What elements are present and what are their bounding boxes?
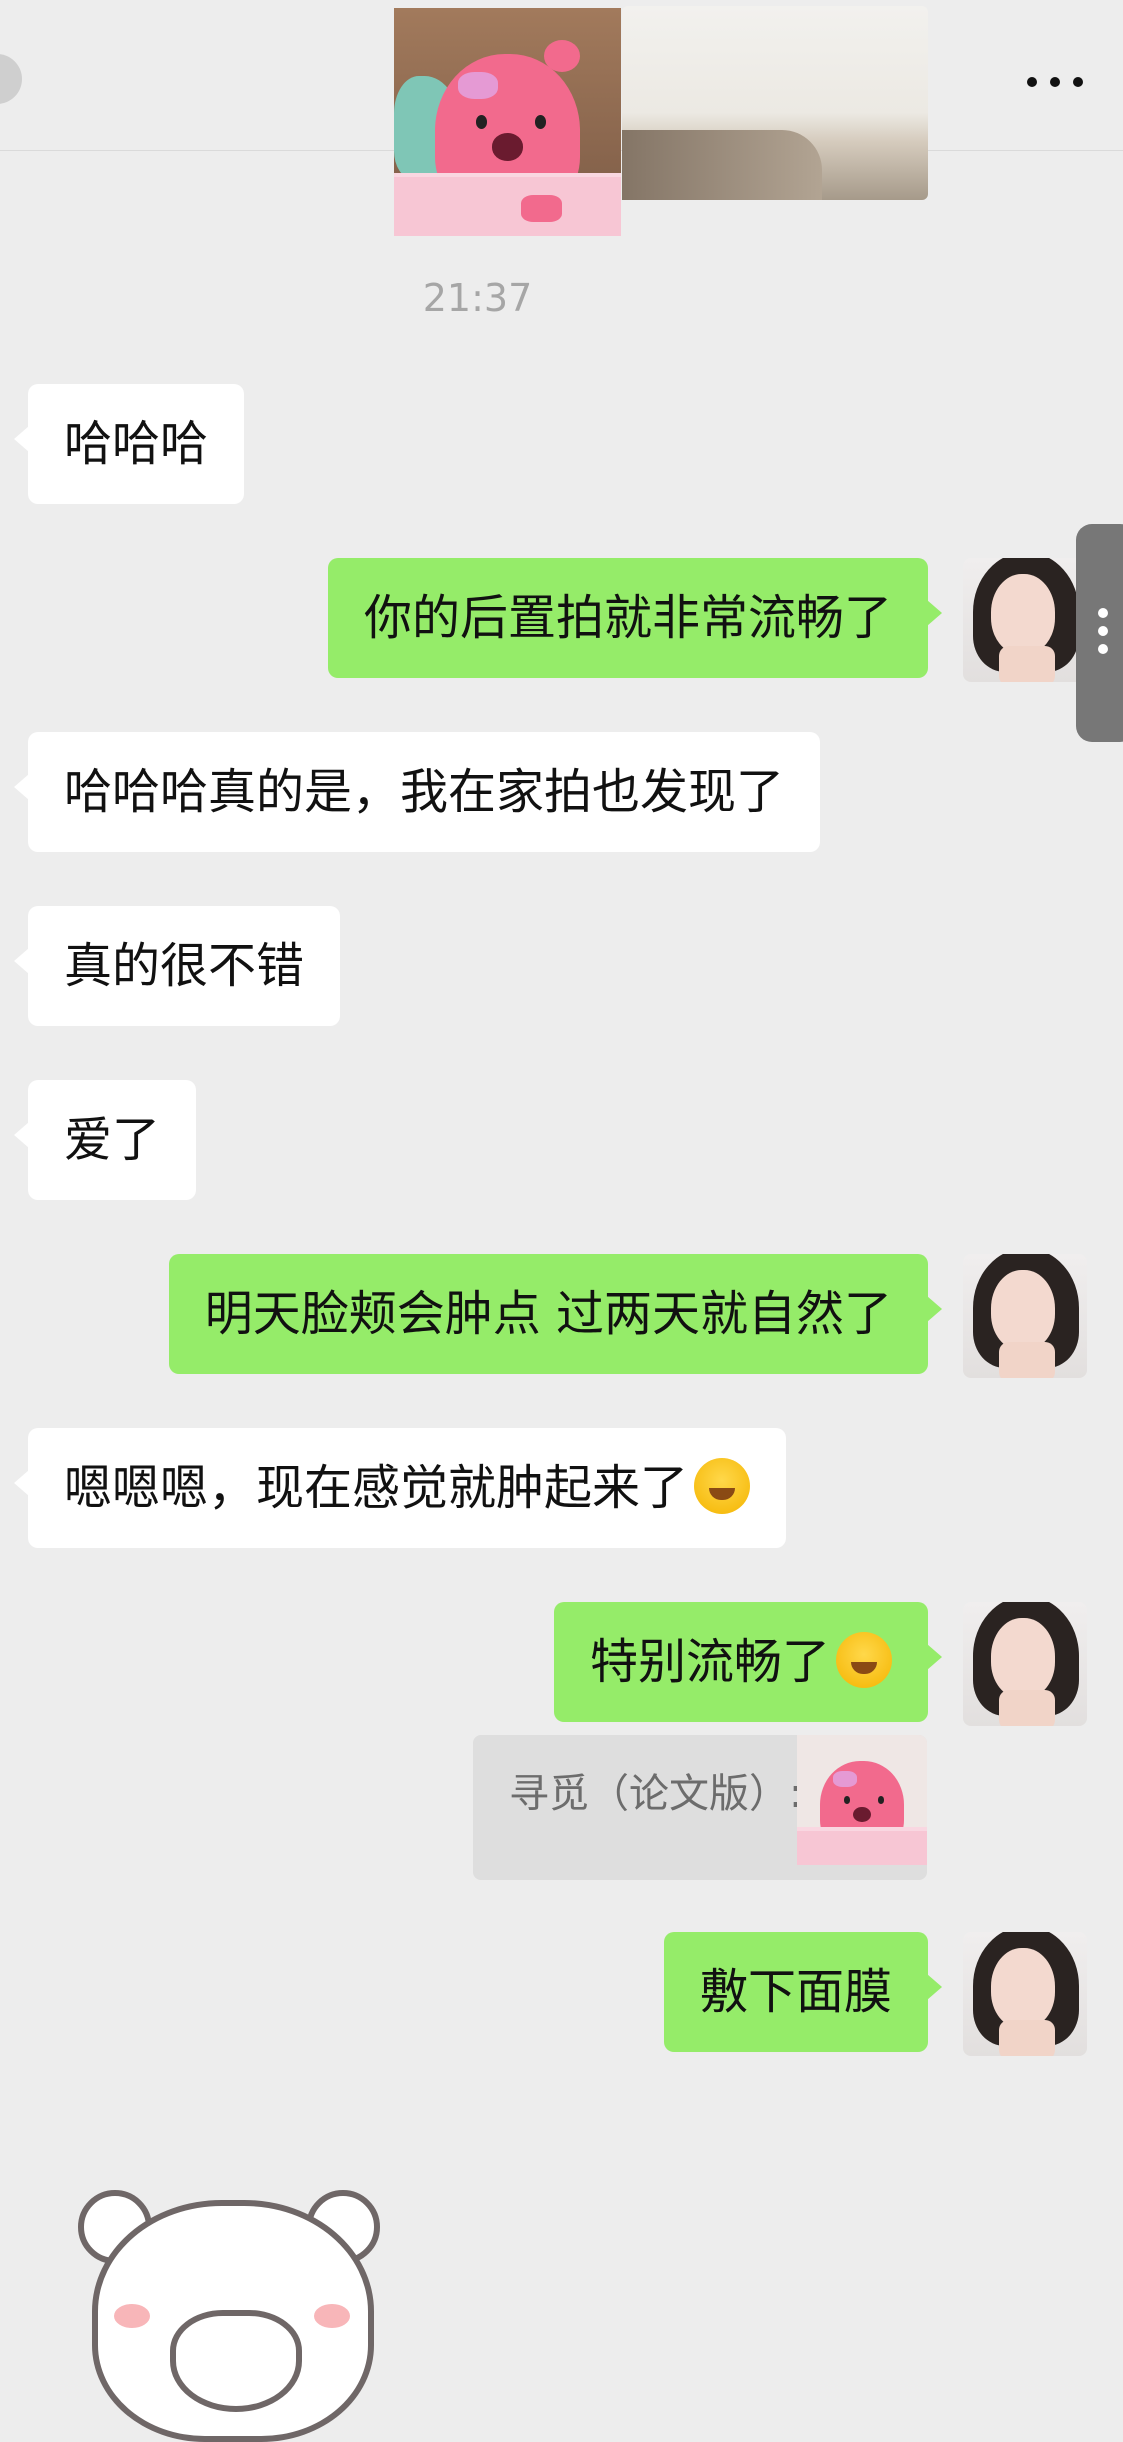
sticker-blanket	[797, 1827, 927, 1865]
sticker-cheek	[114, 2304, 150, 2328]
handle-dot	[1098, 626, 1108, 636]
sticker-badge	[521, 194, 562, 223]
message-bubble-outgoing[interactable]: 你的后置拍就非常流畅了	[327, 558, 943, 678]
avatar-face	[991, 1618, 1055, 1698]
face-with-hand-over-mouth-icon	[836, 1632, 892, 1688]
more-options-button[interactable]	[1027, 74, 1083, 90]
message-bubble-incoming[interactable]: 哈哈哈	[13, 384, 245, 504]
sticker-bear-ear	[543, 39, 581, 72]
avatar-neck	[999, 1342, 1055, 1378]
avatar-neck	[999, 646, 1055, 682]
sticker-image-pink-bear[interactable]	[394, 8, 621, 236]
message-text: 明天脸颊会肿点 过两天就自然了	[204, 1286, 892, 1342]
handle-dot	[1098, 608, 1108, 618]
sticker-bear-eye	[877, 1796, 885, 1804]
sticker-bear-nose	[852, 1806, 872, 1823]
message-bubble-outgoing[interactable]: 明天脸颊会肿点 过两天就自然了	[168, 1254, 943, 1374]
photo-message[interactable]	[622, 6, 928, 200]
dot	[1073, 77, 1083, 87]
message-text: 嗯嗯嗯，现在感觉就肿起来了	[64, 1460, 689, 1516]
message-text: 哈哈哈真的是，我在家拍也发现了	[64, 764, 785, 820]
sticker-bow	[833, 1771, 857, 1787]
message-text: 真的很不错	[64, 938, 305, 994]
message-text: 哈哈哈	[64, 416, 209, 472]
message-bubble-outgoing[interactable]: 敷下面膜	[663, 1932, 943, 2052]
message-bubble-incoming[interactable]: 真的很不错	[13, 906, 341, 1026]
photo-shoulder	[622, 130, 822, 200]
dot	[1050, 77, 1060, 87]
sticker-bow	[457, 71, 499, 100]
message-text: 特别流畅了	[589, 1634, 830, 1690]
avatar-face	[991, 1948, 1055, 2028]
floating-side-handle[interactable]	[1076, 524, 1123, 742]
message-timestamp: 21:37	[422, 276, 533, 320]
sticker-mouth	[170, 2310, 302, 2412]
avatar-neck	[999, 1690, 1055, 1726]
message-bubble-outgoing[interactable]: 特别流畅了	[553, 1602, 943, 1722]
avatar[interactable]	[963, 1254, 1087, 1378]
quoted-message[interactable]: 寻觅（论文版）:	[473, 1735, 927, 1880]
sticker-blanket	[394, 172, 621, 236]
message-bubble-incoming[interactable]: 哈哈哈真的是，我在家拍也发现了	[13, 732, 821, 852]
message-text: 敷下面膜	[699, 1964, 892, 2020]
sticker-bear-nose	[491, 133, 524, 161]
sticker-bear-eye	[534, 115, 547, 129]
avatar-face	[991, 1270, 1055, 1350]
avatar[interactable]	[963, 558, 1087, 682]
quoted-sticker-thumbnail	[797, 1735, 927, 1865]
avatar-neck	[999, 2020, 1055, 2056]
message-text: 爱了	[64, 1112, 161, 1168]
quoted-label: 寻觅（论文版）:	[509, 1771, 803, 1817]
more-dots-icon	[1027, 77, 1037, 87]
message-text: 你的后置拍就非常流畅了	[363, 590, 892, 646]
sticker-bear-eye	[475, 115, 488, 129]
face-holding-back-tears-icon	[694, 1458, 751, 1514]
handle-dot	[1098, 644, 1108, 654]
sticker-cheek	[314, 2304, 350, 2328]
message-bubble-incoming[interactable]: 嗯嗯嗯，现在感觉就肿起来了	[13, 1428, 787, 1548]
message-bubble-incoming[interactable]: 爱了	[13, 1080, 197, 1200]
avatar[interactable]	[963, 1602, 1087, 1726]
avatar[interactable]	[963, 1932, 1087, 2056]
avatar-face	[991, 574, 1055, 654]
sticker-laughing-bear[interactable]	[78, 2190, 380, 2442]
back-button[interactable]	[0, 54, 22, 104]
